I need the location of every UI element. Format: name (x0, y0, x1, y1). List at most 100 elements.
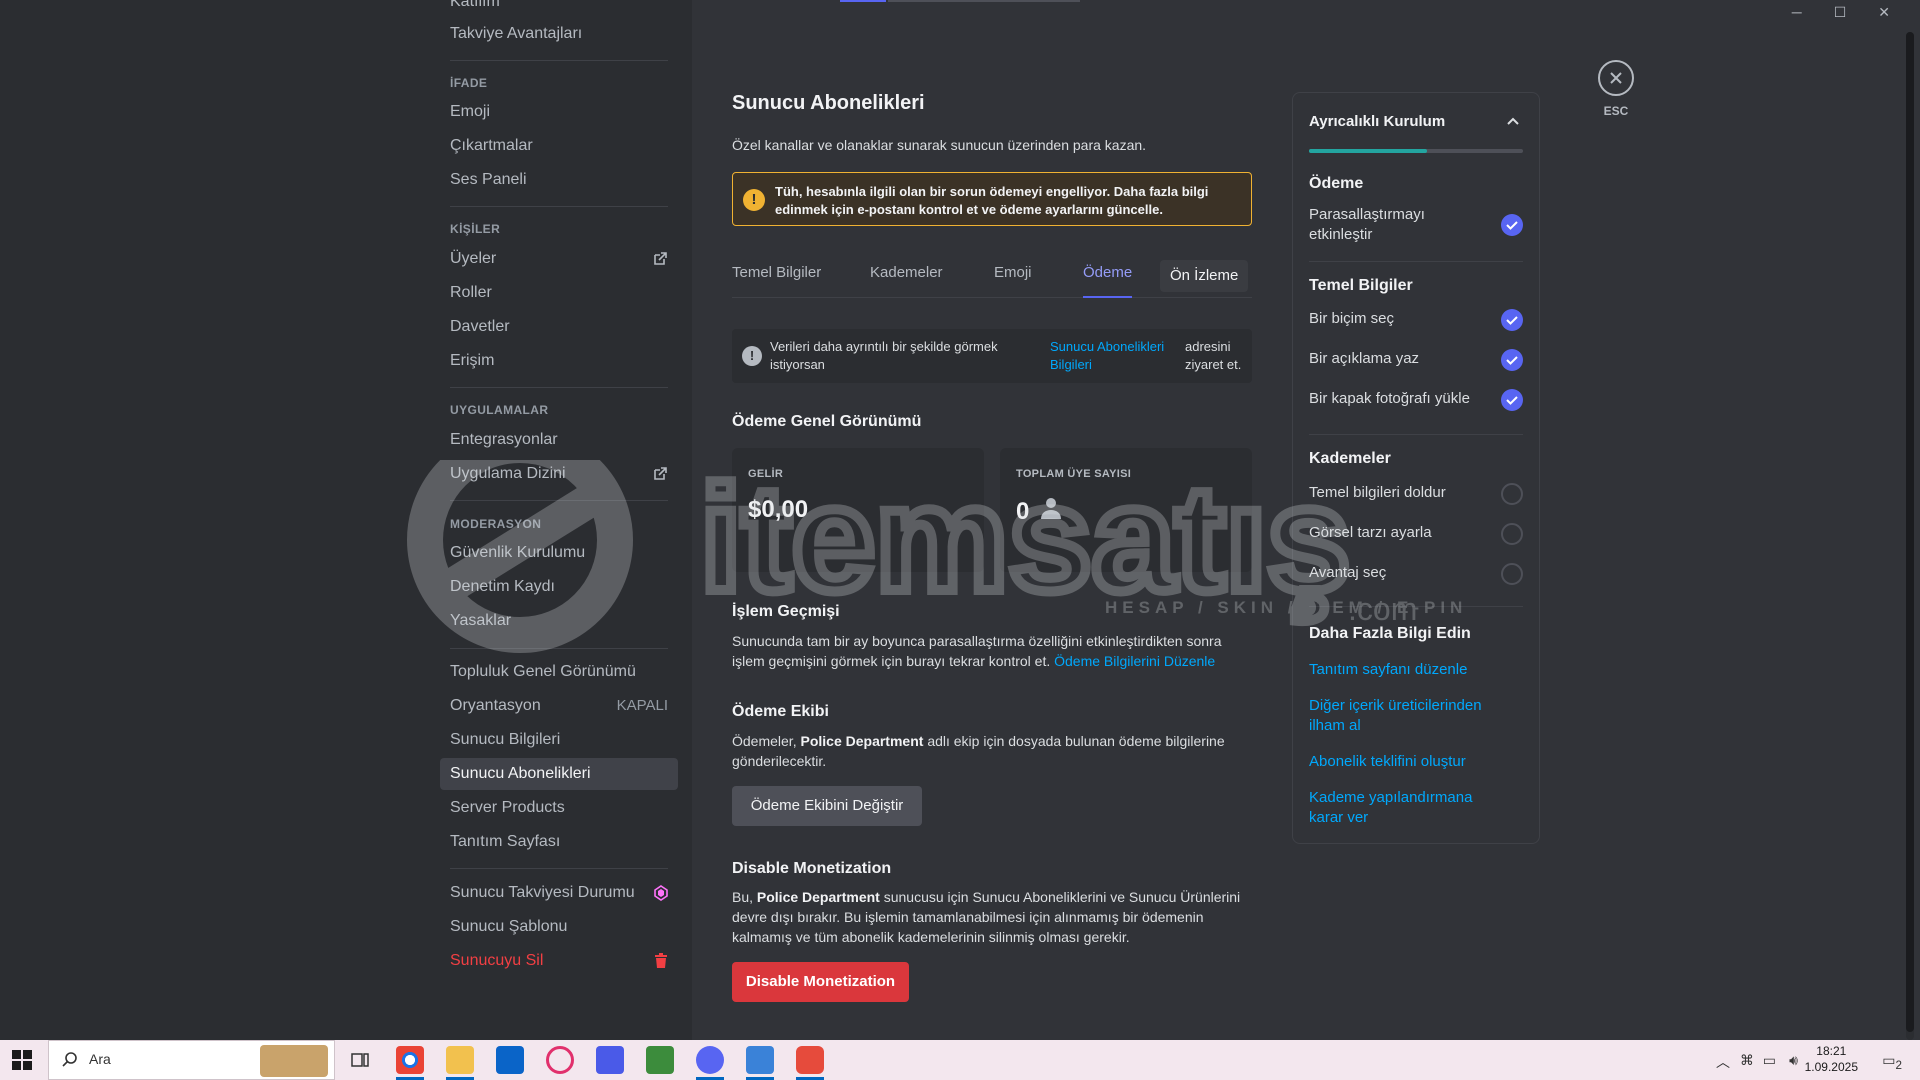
chrome-icon[interactable] (396, 1046, 424, 1080)
tab-temel-bilgiler[interactable]: Temel Bilgiler (732, 258, 821, 298)
close-window-icon[interactable]: ✕ (1878, 4, 1890, 21)
sidebar-item-topluluk-genel-gorunumu[interactable]: Topluluk Genel Görünümü (440, 656, 678, 688)
disable-monetization-button[interactable]: Disable Monetization (732, 962, 909, 1002)
sidebar-item-entegrasyonlar[interactable]: Entegrasyonlar (440, 424, 678, 456)
checklist-item[interactable]: Temel bilgileri doldur (1309, 483, 1523, 505)
file-explorer-icon[interactable] (446, 1046, 474, 1080)
sidebar-item-davetler[interactable]: Davetler (440, 311, 678, 343)
panel-section-odeme: Ödeme (1309, 175, 1364, 192)
learn-link[interactable]: Abonelik teklifini oluştur (1309, 752, 1509, 772)
setup-progress-fill (1309, 149, 1427, 153)
sidebar-divider (450, 648, 668, 649)
sidebar-item-takviye-avantajlari[interactable]: Takviye Avantajları (440, 18, 678, 50)
sidebar-item-erisim[interactable]: Erişim (440, 345, 678, 377)
change-payment-team-button[interactable]: Ödeme Ekibini Değiştir (732, 786, 922, 826)
member-count-card: TOPLAM ÜYE SAYISI 0 (1000, 448, 1252, 572)
network-icon[interactable]: ▭ (1763, 1052, 1776, 1069)
outlook-icon[interactable] (496, 1046, 524, 1074)
sidebar-item-cikartmalar[interactable]: Çıkartmalar (440, 130, 678, 162)
close-settings[interactable]: ESC (1598, 60, 1634, 118)
close-icon[interactable] (1598, 60, 1634, 96)
sidebar-item-ses-paneli[interactable]: Ses Paneli (440, 164, 678, 196)
app-icon[interactable] (596, 1046, 624, 1074)
discord-icon[interactable] (696, 1046, 724, 1080)
insights-info-banner: ! Verileri daha ayrıntılı bir şekilde gö… (732, 329, 1252, 383)
sidebar-item-server-products[interactable]: Server Products (440, 792, 678, 824)
checklist-item[interactable]: Bir biçim seç (1309, 309, 1523, 331)
minecraft-icon[interactable] (646, 1046, 674, 1074)
sidebar-item-emoji[interactable]: Emoji (440, 96, 678, 128)
checklist-item[interactable]: Bir açıklama yaz (1309, 349, 1523, 371)
scrollbar-thumb[interactable] (1906, 32, 1914, 1032)
notifications-icon[interactable]: ▭2 (1882, 1052, 1902, 1072)
panel-title: Ayrıcalıklı Kurulum (1309, 113, 1446, 130)
app-window: Katılım Takviye Avantajları İFADE Emoji … (0, 0, 1920, 1080)
panel-section-learn-more: Daha Fazla Bilgi Edin (1309, 625, 1471, 642)
checkmark-icon (1501, 389, 1523, 411)
sidebar-divider (450, 868, 668, 869)
sidebar-item-uygulama-dizini[interactable]: Uygulama Dizini (440, 458, 678, 490)
opera-icon[interactable] (546, 1046, 574, 1074)
sidebar-item-sunucu-takviyesi-durumu[interactable]: Sunucu Takviyesi Durumu (440, 877, 678, 909)
checklist-item[interactable]: Parasallaştırmayı etkinleştir (1309, 205, 1523, 245)
windows-start-icon[interactable] (12, 1050, 32, 1070)
sidebar-header-kisiler: KİŞİLER (450, 222, 501, 236)
payment-team-text: Ödemeler, Police Department adlı ekip iç… (732, 733, 1225, 769)
volume-icon[interactable]: 🔊︎ (1789, 1052, 1798, 1069)
learn-link[interactable]: Kademe yapılandırmana karar ver (1309, 788, 1509, 828)
transaction-history-title: İşlem Geçmişi (732, 603, 840, 620)
chevron-up-icon[interactable] (1503, 111, 1523, 131)
esc-label: ESC (1603, 104, 1629, 118)
search-placeholder: Ara (89, 1051, 111, 1067)
sidebar-item-sunucu-abonelikleri[interactable]: Sunucu Abonelikleri (440, 758, 678, 790)
sidebar-header-uygulamalar: UYGULAMALAR (450, 403, 549, 417)
tab-on-izleme[interactable]: Ön İzleme (1160, 260, 1249, 292)
tab-emoji[interactable]: Emoji (994, 258, 1032, 298)
learn-link[interactable]: Diğer içerik üreticilerinden ilham al (1309, 696, 1509, 736)
task-view-icon[interactable] (346, 1046, 374, 1074)
tab-odeme[interactable]: Ödeme (1083, 258, 1133, 298)
checklist-item[interactable]: Avantaj seç (1309, 563, 1523, 585)
sidebar-item-sunucu-bilgileri[interactable]: Sunucu Bilgileri (440, 724, 678, 756)
sidebar-divider (450, 60, 668, 61)
tray-chevron-up-icon[interactable]: ︿ (1716, 1052, 1730, 1072)
top-scroll-indicator (840, 0, 886, 2)
app-icon[interactable] (746, 1046, 774, 1080)
sidebar-item-denetim-kaydi[interactable]: Denetim Kaydı (440, 571, 678, 603)
app-icon[interactable] (796, 1046, 824, 1080)
sidebar-item-oryantasyon[interactable]: Oryantasyon KAPALI (440, 690, 678, 722)
taskbar-search[interactable]: Ara (48, 1040, 335, 1080)
learn-link[interactable]: Tanıtım sayfanı düzenle (1309, 660, 1509, 680)
tray-app-icon[interactable]: ⌘ (1740, 1052, 1754, 1069)
maximize-icon[interactable]: ☐ (1834, 4, 1847, 21)
transaction-history-text: Sunucunda tam bir ay boyunca parasallaşt… (732, 633, 1222, 669)
payment-team-title: Ödeme Ekibi (732, 703, 829, 720)
scrollbar[interactable] (1906, 32, 1914, 1040)
sidebar-item-uyeler[interactable]: Üyeler (440, 243, 678, 275)
checklist-item[interactable]: Bir kapak fotoğrafı yükle (1309, 389, 1523, 411)
member-count-label: TOPLAM ÜYE SAYISI (1016, 468, 1132, 480)
checkmark-icon (1501, 309, 1523, 331)
search-icon (61, 1051, 79, 1069)
unchecked-circle-icon (1501, 563, 1523, 585)
sidebar-item-tanitim-sayfasi[interactable]: Tanıtım Sayfası (440, 826, 678, 858)
sidebar-item-yasaklar[interactable]: Yasaklar (440, 605, 678, 637)
tab-kademeler[interactable]: Kademeler (870, 258, 943, 298)
revenue-card: GELİR $0,00 (732, 448, 984, 572)
premium-setup-panel: Ayrıcalıklı Kurulum Ödeme Parasallaştırm… (1292, 92, 1540, 844)
taskbar-clock[interactable]: 18:21 1.09.2025 (1805, 1043, 1858, 1075)
insights-link[interactable]: Sunucu Abonelikleri Bilgileri (1050, 338, 1180, 374)
minimize-icon[interactable]: ─ (1792, 4, 1802, 21)
payment-overview-title: Ödeme Genel Görünümü (732, 413, 922, 430)
sidebar-item-roller[interactable]: Roller (440, 277, 678, 309)
member-count-value: 0 (1016, 496, 1063, 527)
checklist-item[interactable]: Görsel tarzı ayarla (1309, 523, 1523, 545)
sidebar-item-sunucu-sablonu[interactable]: Sunucu Şablonu (440, 911, 678, 943)
sidebar-item-katilim[interactable]: Katılım (440, 0, 678, 18)
settings-sidebar: Katılım Takviye Avantajları İFADE Emoji … (0, 0, 692, 1040)
sidebar-item-sunucuyu-sil[interactable]: Sunucuyu Sil (440, 945, 678, 977)
oryantasyon-status: KAPALI (616, 697, 668, 714)
sidebar-divider (450, 206, 668, 207)
edit-payment-info-link[interactable]: Ödeme Bilgilerini Düzenle (1054, 653, 1215, 669)
sidebar-item-guvenlik-kurulumu[interactable]: Güvenlik Kurulumu (440, 537, 678, 569)
